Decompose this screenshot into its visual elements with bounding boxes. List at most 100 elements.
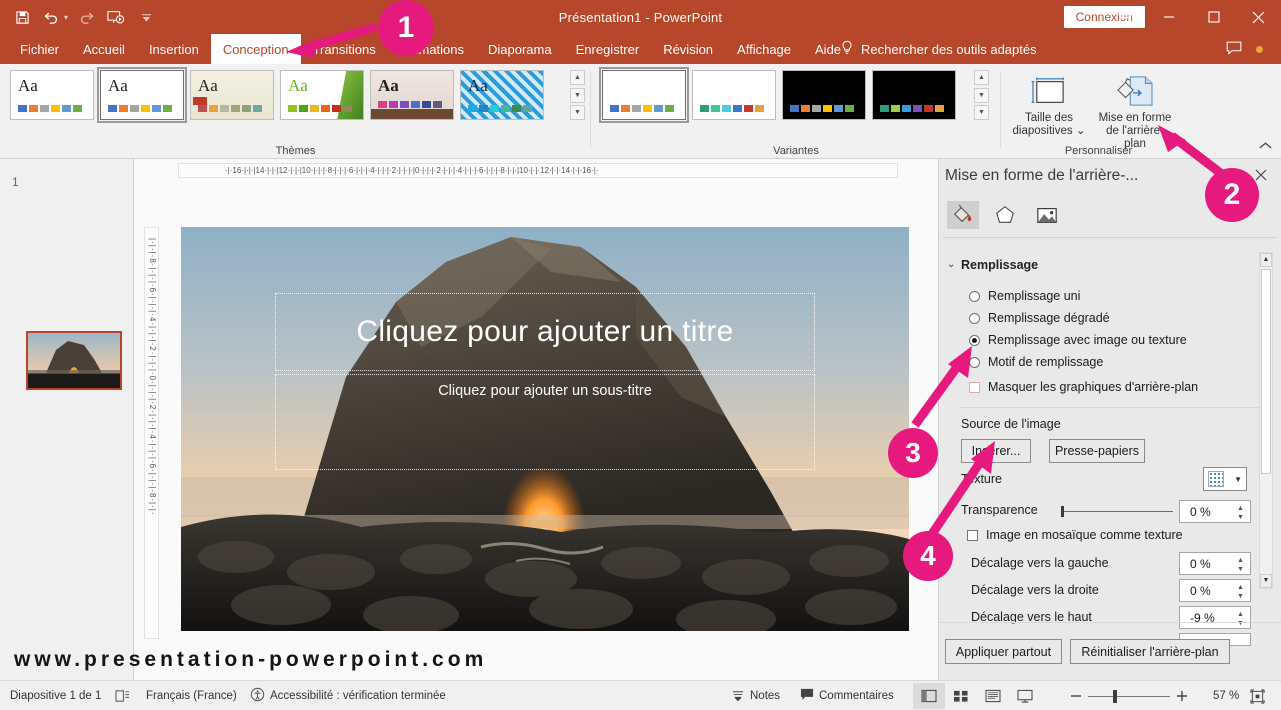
hide-background-graphics-label: Masquer les graphiques d'arrière-plan: [988, 380, 1199, 394]
offset-left-spinner[interactable]: 0 % ▲ ▼: [1179, 552, 1251, 575]
transparency-spinner[interactable]: 0 % ▲ ▼: [1179, 500, 1251, 523]
minimize-button[interactable]: [1146, 0, 1191, 34]
language-indicator[interactable]: Français (France): [146, 681, 237, 710]
gradient-fill-radio[interactable]: Remplissage dégradé: [969, 311, 1110, 325]
theme-item[interactable]: Aa: [190, 70, 274, 120]
tab-transitions[interactable]: Transitions: [301, 34, 388, 64]
fill-icon[interactable]: [947, 201, 979, 229]
tab-enregistrer[interactable]: Enregistrer: [564, 34, 652, 64]
theme-item[interactable]: Aa: [460, 70, 544, 120]
variants-more-icon[interactable]: ▼: [974, 105, 989, 120]
picture-or-texture-fill-radio[interactable]: Remplissage avec image ou texture: [969, 333, 1187, 347]
slideshow-view-button[interactable]: [1009, 683, 1041, 709]
hide-background-graphics-checkbox[interactable]: Masquer les graphiques d'arrière-plan: [969, 380, 1198, 394]
solid-fill-radio[interactable]: Remplissage uni: [969, 289, 1080, 303]
apply-to-all-button[interactable]: Appliquer partout: [945, 639, 1062, 664]
task-pane-close-icon[interactable]: [1255, 168, 1267, 185]
ribbon-display-options-icon[interactable]: [1106, 0, 1146, 34]
texture-dropdown[interactable]: ▼: [1203, 467, 1247, 491]
offset-right-spinner[interactable]: 0 % ▲ ▼: [1179, 579, 1251, 602]
scrollbar-thumb[interactable]: [1261, 269, 1271, 474]
save-icon[interactable]: [8, 4, 36, 30]
picture-icon[interactable]: [1031, 201, 1063, 229]
tab-accueil[interactable]: Accueil: [71, 34, 137, 64]
insert-button[interactable]: Insérer...: [961, 439, 1031, 463]
gradient-fill-label: Remplissage dégradé: [988, 311, 1110, 325]
scroll-up-arrow-icon[interactable]: ▲: [570, 70, 585, 85]
variant-item-selected[interactable]: [599, 67, 689, 123]
scroll-down-arrow-icon[interactable]: ▼: [570, 87, 585, 103]
zoom-slider-track[interactable]: [1088, 696, 1170, 697]
maximize-button[interactable]: [1191, 0, 1236, 34]
undo-icon[interactable]: [38, 4, 66, 30]
slide-size-button[interactable]: Taille des diapositives ⌄: [1012, 72, 1086, 138]
format-background-icon: [1098, 72, 1172, 112]
notes-button[interactable]: Notes: [731, 681, 780, 710]
tab-bar-right: [1226, 34, 1275, 64]
zoom-out-button[interactable]: [1070, 681, 1082, 710]
close-button[interactable]: [1236, 0, 1281, 34]
format-background-button[interactable]: Mise en forme de l'arrière-plan: [1098, 72, 1172, 151]
theme-preview-text: Aa: [108, 76, 128, 95]
comments-button[interactable]: Commentaires: [800, 681, 894, 710]
transparency-slider-thumb[interactable]: [1061, 506, 1064, 517]
offset-left-value: 0 %: [1190, 556, 1211, 571]
spinner-arrows-icon[interactable]: ▲ ▼: [1235, 581, 1246, 602]
themes-gallery-scroll[interactable]: ▲ ▼ ▼: [570, 70, 585, 120]
variant-item[interactable]: [872, 70, 956, 120]
tab-diaporama[interactable]: Diaporama: [476, 34, 564, 64]
transparency-slider-track[interactable]: [1063, 511, 1173, 512]
scroll-up-arrow-icon[interactable]: ▲: [974, 70, 989, 85]
slide-canvas[interactable]: Cliquez pour ajouter un titre Cliquez po…: [181, 227, 909, 631]
comments-icon[interactable]: [1226, 41, 1242, 58]
reset-background-button[interactable]: Réinitialiser l'arrière-plan: [1070, 639, 1230, 664]
scroll-down-arrow-icon[interactable]: ▼: [974, 87, 989, 103]
theme-item[interactable]: Aa: [370, 70, 454, 120]
scroll-down-arrow-icon[interactable]: ▼: [1260, 574, 1272, 588]
title-placeholder[interactable]: Cliquez pour ajouter un titre: [275, 293, 815, 371]
task-pane-scrollbar[interactable]: ▲ ▼: [1259, 252, 1273, 589]
tell-me-search[interactable]: Rechercher des outils adaptés: [840, 34, 1037, 64]
slide-layout-icon[interactable]: [115, 681, 130, 710]
tab-conception[interactable]: Conception: [210, 34, 301, 64]
checkbox-indicator: [969, 381, 980, 393]
scroll-up-arrow-icon[interactable]: ▲: [1260, 253, 1272, 267]
variant-item[interactable]: [692, 70, 776, 120]
start-slideshow-icon[interactable]: [102, 4, 130, 30]
variant-item[interactable]: [782, 70, 866, 120]
vertical-ruler[interactable]: |·|·|·8·|·|·|·6·|·|·|·4·|·|·|·2·|·|·|·0·…: [144, 227, 159, 639]
collapse-ribbon-icon[interactable]: [1258, 140, 1273, 154]
zoom-slider-thumb[interactable]: [1113, 690, 1117, 703]
normal-view-button[interactable]: [913, 683, 945, 709]
fit-to-window-button[interactable]: [1250, 681, 1265, 710]
spinner-arrows-icon[interactable]: ▲ ▼: [1235, 554, 1246, 575]
chevron-down-icon[interactable]: ⌄: [1076, 125, 1086, 137]
theme-item[interactable]: Aa: [280, 70, 364, 120]
slide-sorter-view-button[interactable]: [945, 683, 977, 709]
accessibility-status[interactable]: Accessibilité : vérification terminée: [250, 681, 446, 710]
zoom-in-button[interactable]: [1176, 681, 1188, 710]
reading-view-button[interactable]: [977, 683, 1009, 709]
tab-affichage[interactable]: Affichage: [725, 34, 803, 64]
horizontal-ruler[interactable]: ·|·16·|·|·|14·|·|·|12·|·|·|10·|·|·|·8·|·…: [178, 163, 898, 178]
section-chevron-down-icon[interactable]: ⌄: [947, 259, 955, 270]
themes-more-icon[interactable]: ▼: [570, 105, 585, 120]
slide-thumbnail-1[interactable]: [26, 331, 122, 390]
subtitle-placeholder[interactable]: Cliquez pour ajouter un sous-titre: [275, 374, 815, 470]
theme-item[interactable]: Aa: [10, 70, 94, 120]
tab-revision[interactable]: Révision: [651, 34, 725, 64]
redo-icon[interactable]: [72, 4, 100, 30]
tab-insertion[interactable]: Insertion: [137, 34, 211, 64]
clipboard-button[interactable]: Presse-papiers: [1049, 439, 1145, 463]
theme-item-selected[interactable]: Aa: [97, 67, 187, 123]
slide-counter[interactable]: Diapositive 1 de 1: [10, 681, 101, 710]
tab-fichier[interactable]: Fichier: [8, 34, 71, 64]
undo-chevron-down-icon[interactable]: ▾: [64, 13, 68, 22]
customize-qat-icon[interactable]: [132, 4, 160, 30]
pattern-fill-radio[interactable]: Motif de remplissage: [969, 355, 1103, 369]
variants-gallery-scroll[interactable]: ▲ ▼ ▼: [974, 70, 989, 120]
effects-pentagon-icon[interactable]: [989, 201, 1021, 229]
tile-picture-as-texture-checkbox[interactable]: Image en mosaïque comme texture: [967, 528, 1183, 542]
spinner-arrows-icon[interactable]: ▲ ▼: [1235, 502, 1246, 523]
zoom-level[interactable]: 57 %: [1213, 681, 1239, 710]
